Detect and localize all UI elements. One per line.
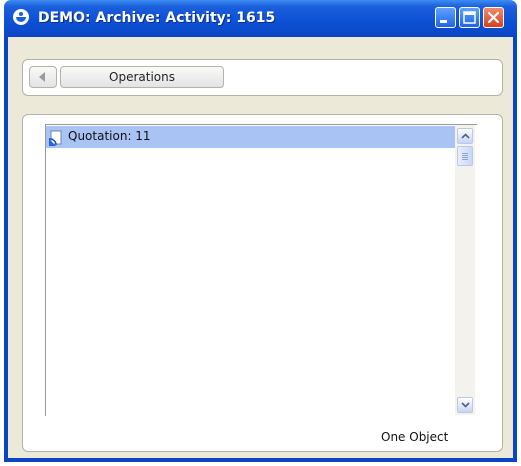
back-button[interactable] xyxy=(29,66,57,88)
maximize-button[interactable] xyxy=(459,7,480,28)
title-bar[interactable]: DEMO: Archive: Activity: 1615 xyxy=(4,0,517,37)
scroll-thumb[interactable] xyxy=(457,146,473,166)
scroll-grip-line xyxy=(462,159,468,160)
scroll-grip-line xyxy=(462,153,468,154)
close-icon xyxy=(487,11,500,24)
maximize-icon xyxy=(463,11,476,24)
scroll-up-arrow-icon xyxy=(461,133,470,139)
scroll-down-arrow-icon xyxy=(461,402,470,408)
window-client-area: Operations Quotation: 11 One Object xyxy=(8,37,513,458)
window-title: DEMO: Archive: Activity: 1615 xyxy=(38,10,276,26)
minimize-icon xyxy=(440,20,447,23)
scroll-grip-line xyxy=(462,155,468,156)
close-button[interactable] xyxy=(483,7,504,28)
vertical-scrollbar[interactable] xyxy=(455,125,475,415)
content-panel: Quotation: 11 One Object xyxy=(22,114,503,452)
list-item-label: Quotation: 11 xyxy=(68,129,151,143)
app-logo-icon xyxy=(13,9,29,25)
minimize-button[interactable] xyxy=(435,7,456,28)
operations-button[interactable]: Operations xyxy=(60,66,224,88)
app-window: DEMO: Archive: Activity: 1615 Operations… xyxy=(4,0,517,462)
back-arrow-icon xyxy=(39,72,45,82)
scroll-down-button[interactable] xyxy=(457,397,473,413)
list-item[interactable]: Quotation: 11 xyxy=(46,126,472,148)
scroll-up-button[interactable] xyxy=(457,128,473,144)
window-frame: Operations Quotation: 11 One Object xyxy=(4,37,517,462)
object-list[interactable]: Quotation: 11 xyxy=(45,124,477,416)
scroll-grip-line xyxy=(462,157,468,158)
quotation-icon xyxy=(48,130,62,146)
object-count-status: One Object xyxy=(381,430,449,444)
toolbar: Operations xyxy=(22,59,503,96)
